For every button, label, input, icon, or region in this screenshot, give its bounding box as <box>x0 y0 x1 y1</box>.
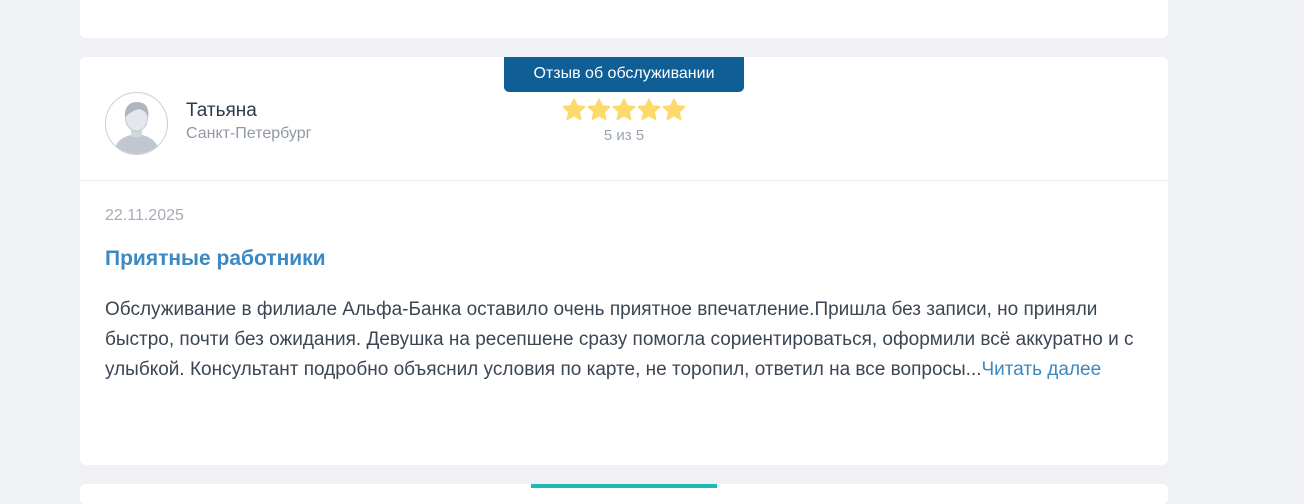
avatar <box>105 92 168 155</box>
star-icon <box>612 98 636 120</box>
reviewer-city: Санкт-Петербург <box>186 125 312 142</box>
previous-review-card <box>80 0 1168 38</box>
star-icon <box>637 98 661 120</box>
review-type-badge: Отзыв об обслуживании <box>504 57 744 92</box>
user-silhouette-icon <box>113 102 160 154</box>
star-icon <box>662 98 686 120</box>
review-date: 22.11.2025 <box>105 207 184 224</box>
divider <box>80 180 1168 181</box>
star-icon <box>562 98 586 120</box>
reviewer-name: Татьяна <box>186 100 257 121</box>
rating-text: 5 из 5 <box>603 127 645 144</box>
next-card-accent-tab <box>531 484 717 488</box>
star-icon <box>587 98 611 120</box>
rating-stars <box>562 98 686 122</box>
review-title[interactable]: Приятные работники <box>105 247 326 271</box>
read-more-link[interactable]: Читать далее <box>982 359 1102 380</box>
review-text: Обслуживание в филиале Альфа-Банка остав… <box>105 295 1145 385</box>
review-body: Обслуживание в филиале Альфа-Банка остав… <box>105 299 1134 380</box>
review-card: Отзыв об обслуживании Татьяна Санкт-Пете… <box>80 57 1168 465</box>
